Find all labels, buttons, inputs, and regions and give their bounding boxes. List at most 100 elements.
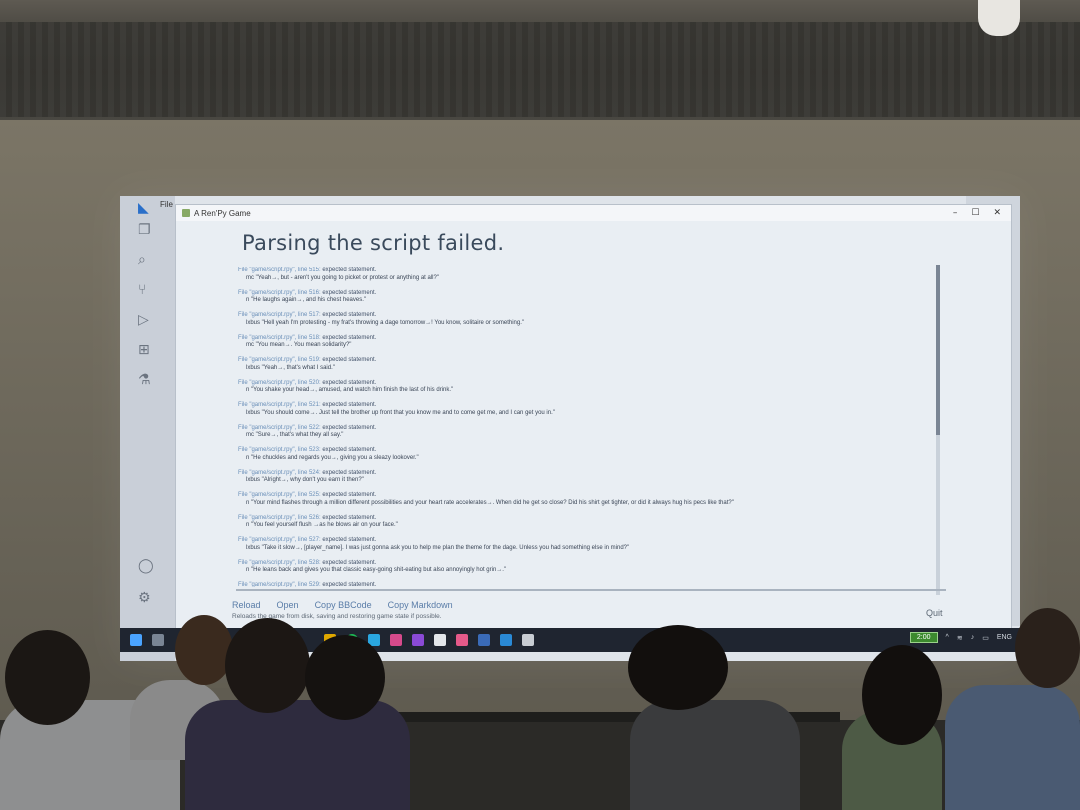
test-icon[interactable]: ⚗ [138,372,154,388]
error-message: expected statement. [322,447,377,453]
settings-gear-icon[interactable]: ⚙ [138,590,154,606]
search-icon[interactable]: ⌕ [138,252,154,268]
error-code-line: mc "You mean→. You mean solidarity?" [246,342,352,348]
error-message: expected statement. [322,537,377,543]
error-entry: File "game/script.rpy", line 527: expect… [238,537,928,552]
error-code-line: mc "Sure→, that's what they all say." [246,432,344,438]
audience-person [630,700,800,810]
editor-file-menu[interactable]: File [160,200,173,209]
start-icon[interactable] [130,634,142,646]
error-message: expected statement. [322,402,377,408]
battery-icon[interactable]: ▭ [982,634,989,642]
audience-head [628,625,728,710]
error-code-line: n "Your mind flashes through a million d… [246,499,734,506]
error-location[interactable]: File "game/script.rpy", line 528: [238,560,321,566]
error-entry: File "game/script.rpy", line 517: expect… [238,312,928,327]
error-location[interactable]: File "game/script.rpy", line 521: [238,402,321,408]
audience-head [225,618,310,713]
window-titlebar: A Ren'Py Game – ☐ ✕ [176,205,1011,221]
error-location[interactable]: File "game/script.rpy", line 525: [238,492,321,498]
app2-taskbar-icon[interactable] [390,634,402,646]
language-indicator[interactable]: ENG [997,634,1012,641]
error-location[interactable]: File "game/script.rpy", line 522: [238,425,321,431]
app5-taskbar-icon[interactable] [456,634,468,646]
audience-head [1015,608,1080,688]
audience-head [5,630,90,725]
error-location[interactable]: File "game/script.rpy", line 520: [238,380,321,386]
error-code-line: lxbus "You should come→. Just tell the b… [246,409,555,416]
error-entry: File "game/script.rpy", line 515: expect… [238,267,928,282]
error-entry: File "game/script.rpy", line 520: expect… [238,380,928,395]
error-entry: File "game/script.rpy", line 522: expect… [238,425,928,440]
system-tray: 2:00 ^ ≋ ♪ ▭ ENG [909,632,1012,643]
reload-button[interactable]: Reload [232,600,261,610]
error-entry: File "game/script.rpy", line 526: expect… [238,515,928,530]
minimize-button[interactable]: – [953,208,958,218]
error-message: expected statement. [322,289,377,296]
maximize-button[interactable]: ☐ [971,208,979,218]
error-message: expected statement. [322,357,377,363]
vscode-taskbar-icon[interactable] [500,634,512,646]
explorer-icon[interactable]: ❐ [138,222,154,238]
copy-markdown-button[interactable]: Copy Markdown [388,600,453,610]
extensions-icon[interactable]: ⊞ [138,342,154,358]
error-location[interactable]: File "game/script.rpy", line 526: [238,515,321,521]
window-title: A Ren'Py Game [194,208,251,218]
action-bar: Reload Open Copy BBCode Copy Markdown [232,600,453,610]
run-debug-icon[interactable]: ▷ [138,312,154,328]
error-code-line: lxbus "Take it slow→, [player_name]. I w… [246,544,630,551]
renpy-taskbar-icon[interactable] [522,634,534,646]
error-entry: File "game/script.rpy", line 524: expect… [238,470,928,485]
error-code-line: mc "Yeah→, but - aren't you going to pic… [246,274,439,281]
error-location[interactable]: File "game/script.rpy", line 524: [238,470,321,476]
app3-taskbar-icon[interactable] [412,634,424,646]
error-entry: File "game/script.rpy", line 525: expect… [238,492,928,507]
error-code-line: lxbus "Hell yeah I'm protesting - my fra… [246,319,525,326]
scrollbar-thumb[interactable] [936,265,940,435]
error-message: expected statement. [322,492,377,498]
error-code-line: lxbus "Yeah→, that's what I said." [246,364,335,371]
source-control-icon[interactable]: ⑂ [138,282,154,298]
error-code-line: n "You feel yourself flush →as he blows … [246,522,398,528]
error-entry: File "game/script.rpy", line 523: expect… [238,447,928,462]
copy-bbcode-button[interactable]: Copy BBCode [315,600,372,610]
audience-person [185,700,410,810]
app-icon [182,209,190,217]
error-message: expected statement. [322,334,377,341]
error-entry: File "game/script.rpy", line 516: expect… [238,290,928,305]
error-entry: File "game/script.rpy", line 521: expect… [238,402,928,417]
error-message: expected statement. [322,312,377,318]
ceiling-duct [0,22,1080,117]
error-location[interactable]: File "game/script.rpy", line 518: [238,335,321,341]
error-location[interactable]: File "game/script.rpy", line 517: [238,312,321,318]
error-location[interactable]: File "game/script.rpy", line 515: [238,267,321,273]
quit-button[interactable]: Quit [926,608,943,618]
error-location[interactable]: File "game/script.rpy", line 516: [238,290,321,296]
timer-badge[interactable]: 2:00 [909,632,938,643]
search-taskbar-icon[interactable] [152,634,164,646]
chevron-up-icon[interactable]: ^ [946,634,949,641]
error-location[interactable]: File "game/script.rpy", line 529: [238,582,321,587]
error-code-line: n "You shake your head→, amused, and wat… [246,387,454,393]
error-entry: File "game/script.rpy", line 528: expect… [238,560,928,575]
audience-head [862,645,942,745]
error-code-line: n "He laughs again→, and his chest heave… [246,297,366,303]
error-message: expected statement. [322,424,377,431]
error-location[interactable]: File "game/script.rpy", line 523: [238,447,321,453]
scrollbar[interactable] [936,265,940,595]
open-button[interactable]: Open [277,600,299,610]
volume-icon[interactable]: ♪ [971,634,975,641]
error-entry: File "game/script.rpy", line 529: expect… [238,582,928,587]
error-code-line: lxbus "Alright→, why don't you earn it t… [246,477,364,483]
error-location[interactable]: File "game/script.rpy", line 519: [238,357,321,363]
r-taskbar-icon[interactable] [478,634,490,646]
error-code-line: n "He leans back and gives you that clas… [246,567,507,573]
error-entry: File "game/script.rpy", line 519: expect… [238,357,928,372]
app4-taskbar-icon[interactable] [434,634,446,646]
close-button[interactable]: ✕ [993,208,1001,218]
vscode-activity-bar: File ◣ ❐ ⌕ ⑂ ▷ ⊞ ⚗ ◯ ⚙ [120,196,175,661]
account-icon[interactable]: ◯ [138,558,154,574]
error-location[interactable]: File "game/script.rpy", line 527: [238,537,321,543]
wifi-icon[interactable]: ≋ [957,634,963,642]
vscode-logo-icon: ◣ [138,200,149,216]
